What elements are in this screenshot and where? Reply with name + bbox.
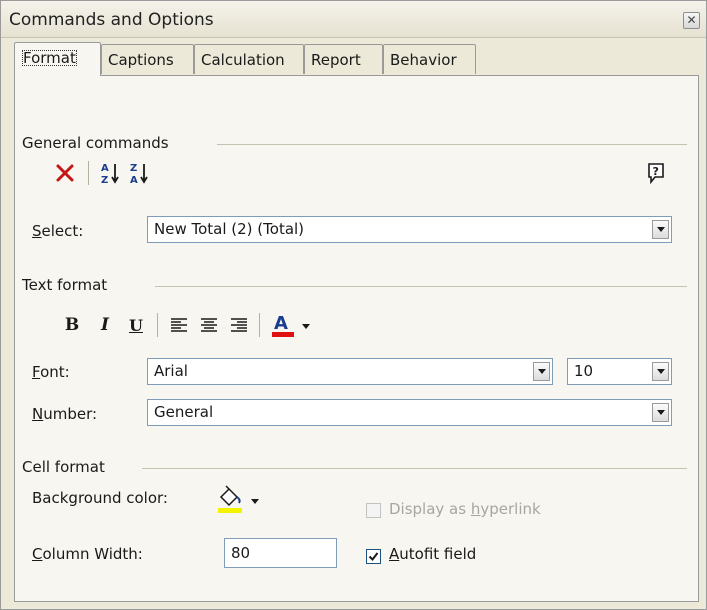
sort-ascending-icon: A Z xyxy=(101,163,119,185)
select-dropdown[interactable]: New Total (2) (Total) xyxy=(147,216,672,243)
format-tab-panel: General commands A Z Z A ? Select: New T… xyxy=(14,75,699,602)
svg-text:Z: Z xyxy=(101,175,108,185)
close-icon: ✕ xyxy=(686,13,697,27)
text-format-divider xyxy=(155,286,687,287)
svg-text:A: A xyxy=(274,313,288,334)
delete-button[interactable] xyxy=(53,161,77,185)
font-color-button[interactable]: A xyxy=(269,311,315,339)
autofit-field-label: Autofit field xyxy=(389,545,477,563)
font-color-icon: A xyxy=(272,313,310,337)
select-label: Select: xyxy=(32,222,84,240)
font-size-dropdown[interactable]: 10 xyxy=(567,358,672,385)
background-color-button[interactable] xyxy=(215,485,267,515)
paint-bucket-icon xyxy=(218,485,259,513)
underline-icon: U xyxy=(129,315,143,335)
bold-icon: B xyxy=(64,315,80,335)
tab-behavior[interactable]: Behavior xyxy=(383,44,476,74)
font-label: Font: xyxy=(32,363,70,381)
font-dropdown[interactable]: Arial xyxy=(147,358,553,385)
delete-icon xyxy=(56,164,74,182)
number-format-dropdown-arrow[interactable] xyxy=(652,403,669,422)
tab-captions[interactable]: Captions xyxy=(101,44,194,74)
help-icon: ? xyxy=(648,163,664,184)
number-format-dropdown[interactable]: General xyxy=(147,399,672,426)
toolbar-separator xyxy=(88,161,89,185)
column-width-label: Column Width: xyxy=(32,545,143,563)
display-as-hyperlink-label: Display as hyperlink xyxy=(389,500,541,518)
sort-descending-icon: Z A xyxy=(130,163,148,185)
font-dropdown-arrow[interactable] xyxy=(533,362,550,381)
chevron-down-icon xyxy=(656,227,665,232)
close-button[interactable]: ✕ xyxy=(683,12,700,29)
chevron-down-icon xyxy=(656,410,665,415)
underline-button[interactable]: U xyxy=(124,313,148,337)
select-value: New Total (2) (Total) xyxy=(154,220,305,238)
svg-text:A: A xyxy=(130,175,138,185)
align-center-button[interactable] xyxy=(197,313,221,337)
general-commands-divider xyxy=(217,144,687,145)
align-center-icon xyxy=(201,318,217,332)
sort-descending-button[interactable]: Z A xyxy=(128,161,152,185)
svg-text:Z: Z xyxy=(130,163,137,174)
cell-format-divider xyxy=(142,468,687,469)
chevron-down-icon xyxy=(537,369,546,374)
italic-button[interactable]: I xyxy=(93,313,117,337)
window-title: Commands and Options xyxy=(9,10,214,30)
toolbar-separator xyxy=(259,313,260,337)
font-value: Arial xyxy=(154,362,188,380)
display-as-hyperlink-checkbox[interactable] xyxy=(366,503,381,518)
autofit-field-checkbox[interactable] xyxy=(366,549,381,564)
svg-text:?: ? xyxy=(653,165,659,178)
commands-options-dialog: Commands and Options ✕ Format Captions C… xyxy=(0,0,707,610)
tab-calculation[interactable]: Calculation xyxy=(194,44,304,74)
cell-format-heading: Cell format xyxy=(22,458,105,476)
align-left-icon xyxy=(171,318,187,332)
tab-format[interactable]: Format xyxy=(14,42,101,76)
background-color-label: Background color: xyxy=(32,489,168,507)
column-width-input[interactable] xyxy=(224,538,337,568)
toolbar-separator xyxy=(157,313,158,337)
font-size-value: 10 xyxy=(574,362,594,380)
general-commands-heading: General commands xyxy=(22,134,169,152)
align-right-button[interactable] xyxy=(227,313,251,337)
svg-text:A: A xyxy=(101,163,109,174)
select-dropdown-arrow[interactable] xyxy=(652,220,669,239)
font-size-dropdown-arrow[interactable] xyxy=(652,362,669,381)
tab-report[interactable]: Report xyxy=(304,44,383,74)
align-right-icon xyxy=(231,318,247,332)
align-left-button[interactable] xyxy=(167,313,191,337)
chevron-down-icon xyxy=(656,369,665,374)
checkmark-icon xyxy=(368,552,379,562)
help-button[interactable]: ? xyxy=(644,161,668,185)
text-format-heading: Text format xyxy=(22,276,108,294)
title-bar: Commands and Options ✕ xyxy=(1,1,706,38)
number-format-value: General xyxy=(154,403,214,421)
sort-ascending-button[interactable]: A Z xyxy=(99,161,123,185)
bold-button[interactable]: B xyxy=(60,313,84,337)
italic-icon: I xyxy=(101,315,109,335)
number-label: Number: xyxy=(32,405,98,423)
